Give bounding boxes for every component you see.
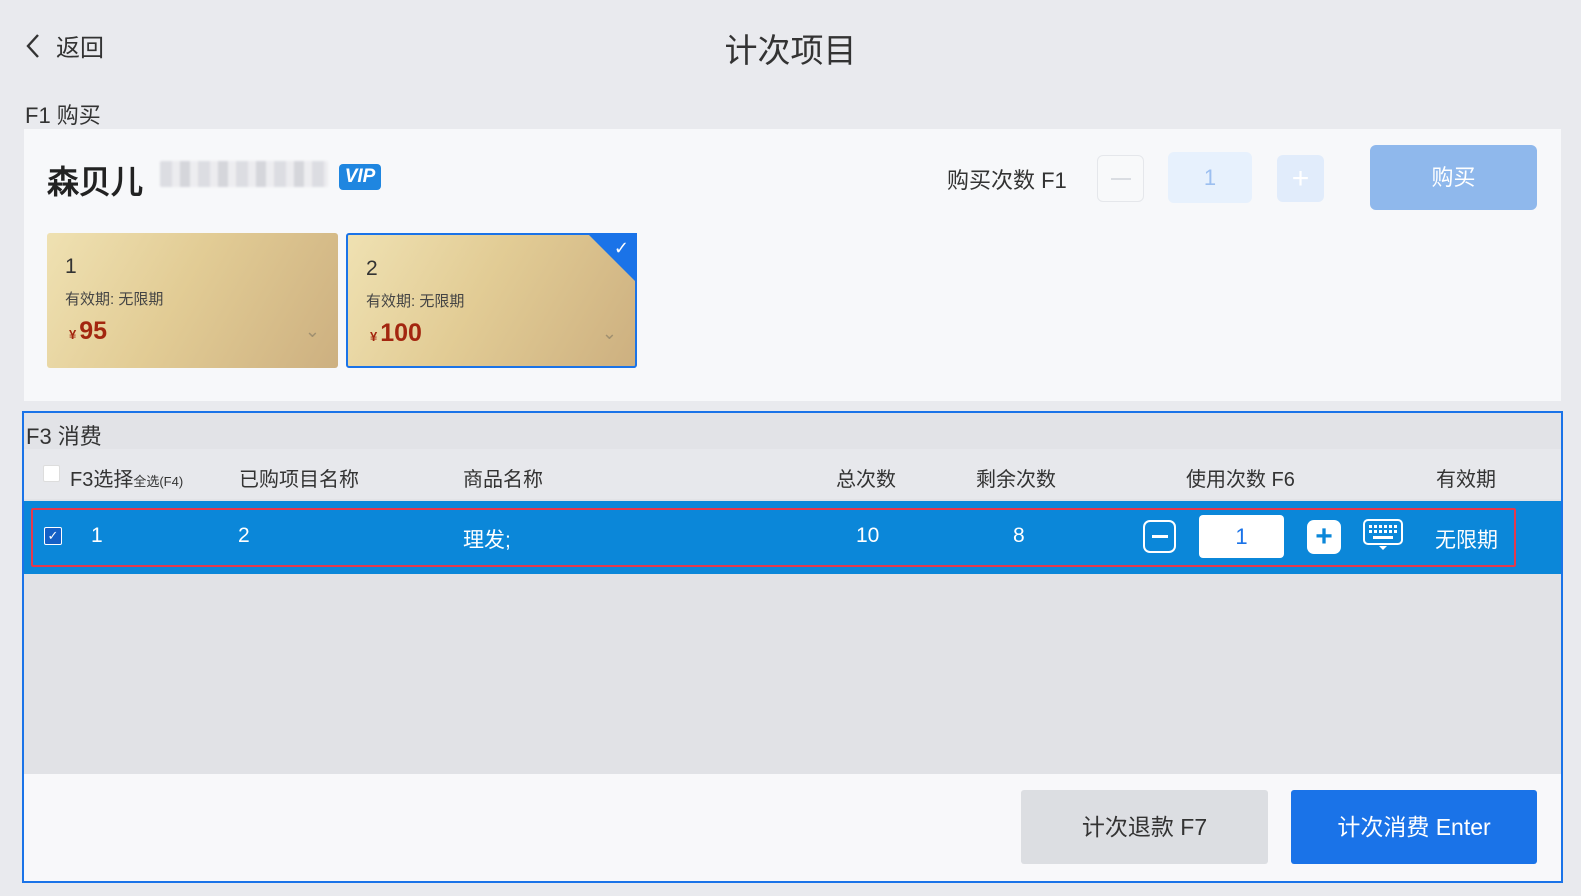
vip-badge: VIP [339, 164, 381, 190]
consume-section-label: F3 消费 [26, 424, 102, 449]
currency-symbol: ¥ [370, 329, 378, 344]
consume-panel: F3 消费 F3选择全选(F4) 已购项目名称 商品名称 总次数 剩余次数 使用… [22, 411, 1563, 883]
table-header: F3选择全选(F4) 已购项目名称 商品名称 总次数 剩余次数 使用次数 F6 … [24, 449, 1561, 499]
row-highlight-outline [31, 508, 1516, 567]
header: 返回 计次项目 [0, 0, 1581, 90]
buy-panel: 森贝儿 VIP 购买次数 F1 1 + 购买 1 有效期: 无限期 ¥95 ⌄ … [24, 129, 1561, 401]
column-use-count: 使用次数 F6 [1186, 469, 1295, 491]
footer-actions: 计次退款 F7 计次消费 Enter [24, 774, 1561, 881]
package-price: ¥100 [370, 319, 422, 348]
package-name: 1 [65, 255, 77, 278]
select-all-checkbox[interactable] [43, 465, 60, 482]
buy-section-label: F1 购买 [25, 103, 101, 128]
package-validity: 有效期: 无限期 [65, 291, 164, 308]
purchase-qty-decrement-button[interactable] [1097, 155, 1144, 202]
purchase-qty-input[interactable]: 1 [1168, 152, 1252, 203]
refund-button[interactable]: 计次退款 F7 [1021, 790, 1268, 864]
chevron-down-icon[interactable]: ⌄ [305, 321, 320, 342]
column-select-label: F3选择 [70, 469, 134, 491]
column-validity: 有效期 [1436, 469, 1496, 491]
chevron-down-icon[interactable]: ⌄ [602, 323, 617, 344]
table-row[interactable]: ✓ 1 2 理发; 10 8 1 + 无限期 [24, 501, 1561, 574]
table-empty-area [24, 574, 1561, 774]
column-product-name: 商品名称 [463, 469, 543, 491]
buy-button[interactable]: 购买 [1370, 145, 1537, 210]
member-name: 森贝儿 [47, 164, 144, 200]
currency-symbol: ¥ [69, 327, 77, 342]
plus-icon: + [1291, 161, 1310, 195]
column-select: F3选择全选(F4) [70, 463, 183, 492]
column-remaining: 剩余次数 [976, 469, 1056, 491]
column-purchased-name: 已购项目名称 [239, 469, 359, 491]
checkmark-icon: ✓ [613, 238, 629, 258]
price-value: 95 [79, 317, 108, 345]
member-id-redacted [160, 161, 328, 187]
package-price: ¥95 [69, 317, 107, 346]
package-card-selected[interactable]: ✓ 2 有效期: 无限期 ¥100 ⌄ [346, 233, 637, 368]
minus-icon [1110, 177, 1131, 180]
selected-corner-badge [587, 233, 637, 283]
consume-button[interactable]: 计次消费 Enter [1291, 790, 1537, 864]
price-value: 100 [380, 319, 422, 347]
select-all-label[interactable]: 全选(F4) [133, 474, 183, 489]
purchase-qty-increment-button[interactable]: + [1277, 155, 1324, 202]
purchase-qty-label: 购买次数 F1 [947, 168, 1067, 193]
page-title: 计次项目 [724, 32, 857, 69]
package-name: 2 [366, 257, 378, 280]
package-card[interactable]: 1 有效期: 无限期 ¥95 ⌄ [47, 233, 338, 368]
column-total: 总次数 [836, 469, 896, 491]
package-validity: 有效期: 无限期 [366, 293, 465, 310]
